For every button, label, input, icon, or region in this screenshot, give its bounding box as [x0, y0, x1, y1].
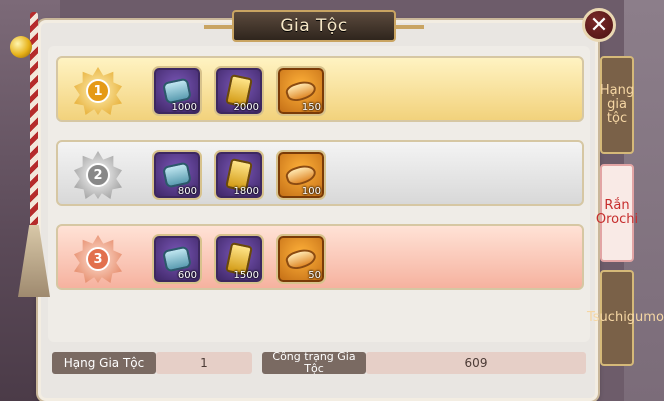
token-icon[interactable]: 1500 [214, 234, 264, 284]
tab-label: Tsuchigumo [587, 310, 664, 325]
reward-qty: 50 [308, 270, 321, 281]
bread-icon[interactable]: 100 [276, 150, 326, 200]
reward-qty: 600 [177, 270, 197, 281]
reward-qty: 1800 [233, 186, 259, 197]
gold-medal-icon: 1 [68, 65, 128, 117]
reward-qty: 800 [177, 186, 197, 197]
rank-row-3: 3 600 1500 50 [56, 224, 584, 290]
tab-tsuchigumo[interactable]: Tsuchigumo [587, 270, 664, 366]
reward-qty: 2000 [233, 102, 259, 113]
tab-label: Hạng gia tộc [599, 83, 635, 126]
clan-merit-label: Công trạng Gia Tộc [262, 351, 366, 375]
coin-icon[interactable]: 800 [152, 150, 202, 200]
bread-icon[interactable]: 50 [276, 234, 326, 284]
coin-icon[interactable]: 600 [152, 234, 202, 284]
title-bar: Gia Tộc [204, 10, 424, 42]
coin-icon[interactable]: 1000 [152, 66, 202, 116]
close-button[interactable]: ✕ [582, 8, 616, 42]
tab-orochi[interactable]: Rắn Orochi [596, 164, 638, 262]
clan-rank-value: 1 [156, 352, 252, 374]
tab-label: Rắn Orochi [595, 198, 639, 227]
token-icon[interactable]: 1800 [214, 150, 264, 200]
rank-number: 1 [86, 79, 110, 103]
rank-number: 2 [86, 163, 110, 187]
bread-icon[interactable]: 150 [276, 66, 326, 116]
reward-qty: 1500 [233, 270, 259, 281]
rank-number: 3 [86, 247, 110, 271]
clan-merit-value: 609 [366, 352, 586, 374]
silver-medal-icon: 2 [68, 149, 128, 201]
tab-clan-rank[interactable]: Hạng gia tộc [600, 56, 634, 154]
window-title: Gia Tộc [280, 16, 348, 36]
token-icon[interactable]: 2000 [214, 66, 264, 116]
bronze-medal-icon: 3 [68, 233, 128, 285]
reward-qty: 150 [301, 102, 321, 113]
rank-row-2: 2 800 1800 100 [56, 140, 584, 206]
reward-qty: 100 [301, 186, 321, 197]
reward-qty: 1000 [171, 102, 197, 113]
rank-row-1: 1 1000 2000 150 [56, 56, 584, 122]
clan-rank-label: Hạng Gia Tộc [52, 352, 156, 374]
close-icon: ✕ [589, 12, 609, 38]
gold-orb-decoration [10, 36, 32, 58]
